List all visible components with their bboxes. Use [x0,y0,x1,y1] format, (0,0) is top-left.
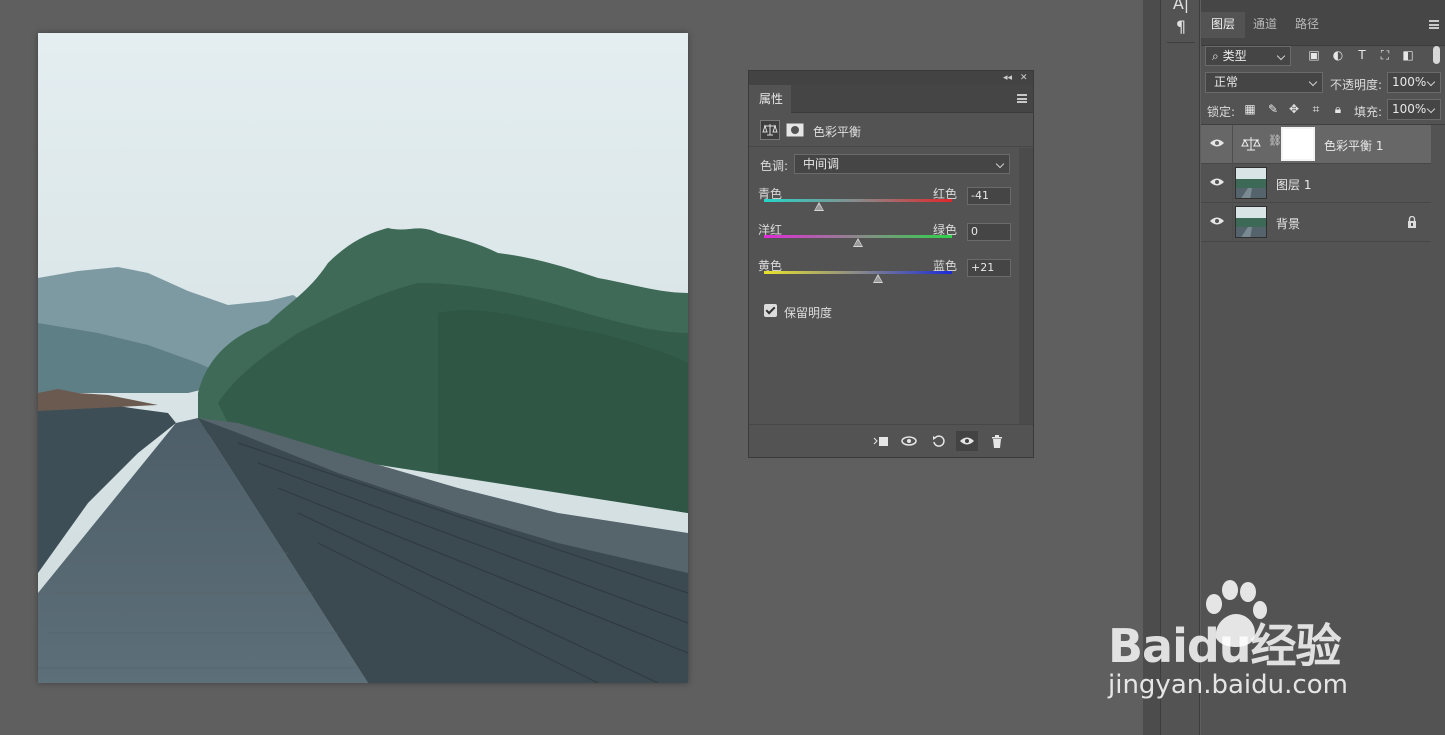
slider-thumb[interactable] [853,238,863,247]
layer-mask-thumbnail[interactable] [1281,127,1315,161]
properties-footer [749,424,1033,457]
fill-value: 100% [1392,102,1427,116]
canvas-image [38,33,688,683]
blend-mode-select[interactable]: 正常 [1205,72,1323,93]
tab-layers[interactable]: 图层 [1201,12,1246,38]
opacity-value: 100% [1392,75,1427,89]
layer-thumbnail[interactable] [1235,206,1267,238]
panel-menu-icon[interactable] [1017,94,1027,103]
lock-artboard-icon[interactable]: ⌗ [1309,102,1323,116]
lock-all-icon[interactable]: 🔒︎ [1331,102,1345,116]
slider-yellow-blue: 黄色 蓝色 +21 [749,257,1019,293]
link-chain-icon[interactable]: ⛓ [1268,134,1282,147]
search-icon: ⌕ [1212,49,1219,63]
layer-filter-select[interactable]: ⌕ 类型 [1205,46,1291,66]
chevron-down-icon [995,159,1005,169]
slider-value-input[interactable]: +21 [967,259,1011,277]
layer-thumbnail[interactable] [1235,167,1267,199]
layer-filter-value: 类型 [1222,49,1247,63]
layer-name: 色彩平衡 1 [1324,139,1384,153]
color-balance-icon [1241,137,1261,151]
visibility-eye-icon[interactable] [956,431,978,451]
lock-transparent-icon[interactable]: ▦ [1243,102,1257,116]
adjustment-body: 色调: 中间调 青色 红色 -41 洋红 绿色 0 黄色 蓝色 +21 保留明度 [749,148,1019,424]
slider-value-input[interactable]: 0 [967,223,1011,241]
tab-channels[interactable]: 通道 [1243,12,1287,38]
tone-select-value: 中间调 [803,157,840,171]
filter-type-icon[interactable]: T [1355,48,1369,62]
character-panel-icon[interactable]: A| [1161,0,1201,13]
slider-track[interactable] [764,199,952,202]
visibility-eye-icon[interactable] [1210,216,1224,226]
view-previous-state-icon[interactable] [899,431,921,451]
fill-input[interactable]: 100% [1387,99,1441,120]
adjustment-title: 色彩平衡 [813,125,862,139]
slider-value-input[interactable]: -41 [967,187,1011,205]
tab-properties[interactable]: 属性 [749,85,791,113]
properties-panel: ◂◂ ✕ 属性 色彩平衡 色调: 中间调 青色 红色 -41 洋红 绿色 0 黄… [748,70,1034,458]
tab-paths[interactable]: 路径 [1285,12,1329,38]
layers-menu-icon[interactable] [1429,20,1439,29]
reset-icon[interactable] [928,431,950,451]
layer-row-color-balance[interactable]: ⛓ 色彩平衡 1 [1201,125,1431,164]
layers-tab-row: 图层 通道 路径 [1201,0,1445,46]
filter-smart-object-icon[interactable]: ◧ [1401,48,1415,62]
slider-magenta-green: 洋红 绿色 0 [749,221,1019,257]
filter-shape-icon[interactable]: ⛶ [1378,48,1392,62]
panel-titlebar[interactable]: ◂◂ ✕ [749,71,1033,85]
slider-track[interactable] [764,271,952,274]
mask-icon[interactable] [785,120,805,140]
filter-adjustment-icon[interactable]: ◐ [1331,48,1345,62]
watermark-brand: Baidu经验 [1108,619,1342,673]
properties-tab-row: 属性 [749,85,1033,113]
chevron-down-icon [1308,77,1318,87]
color-balance-icon[interactable] [760,120,780,140]
great-wall-photo [38,33,688,683]
opacity-label: 不透明度: [1330,78,1383,92]
lock-brush-icon[interactable]: ✎ [1266,102,1280,116]
layer-row-layer1[interactable]: 图层 1 [1201,164,1431,203]
layer-name: 背景 [1276,217,1301,231]
fill-label: 填充: [1354,105,1383,119]
trash-icon[interactable] [986,431,1008,451]
clip-to-layer-icon[interactable] [870,431,892,451]
layer-name: 图层 1 [1276,178,1312,192]
tone-select[interactable]: 中间调 [794,154,1010,174]
visibility-eye-icon[interactable] [1210,177,1224,187]
tone-label: 色调: [760,159,789,173]
panel-scrollbar[interactable] [1019,148,1033,424]
close-icon[interactable]: ✕ [1020,72,1028,84]
opacity-input[interactable]: 100% [1387,72,1441,93]
watermark-url: jingyan.baidu.com [1108,670,1348,700]
paragraph-panel-icon[interactable]: ¶ [1161,17,1201,36]
adjustment-header: 色彩平衡 [749,113,1033,147]
lock-icon[interactable] [1407,216,1417,228]
blend-mode-value: 正常 [1214,75,1239,89]
slider-cyan-red: 青色 红色 -41 [749,185,1019,221]
slider-thumb[interactable] [872,274,883,283]
slider-thumb[interactable] [814,202,825,211]
lock-position-icon[interactable]: ✥ [1287,102,1301,116]
filter-pixel-icon[interactable]: ▣ [1307,48,1321,62]
preserve-luminosity-label: 保留明度 [784,306,833,320]
preserve-luminosity-checkbox[interactable] [764,304,777,317]
chevron-down-icon [1276,51,1286,61]
layer-row-background[interactable]: 背景 [1201,203,1431,242]
watermark: Baidu经验 jingyan.baidu.com [1108,580,1398,710]
chevron-down-icon [1426,104,1436,114]
filter-toggle[interactable] [1433,46,1440,64]
dock-divider [1167,42,1195,43]
chevron-down-icon [1426,77,1436,87]
collapse-icon[interactable]: ◂◂ [1003,72,1012,84]
lock-label: 锁定: [1207,105,1236,119]
visibility-eye-icon[interactable] [1210,138,1224,148]
